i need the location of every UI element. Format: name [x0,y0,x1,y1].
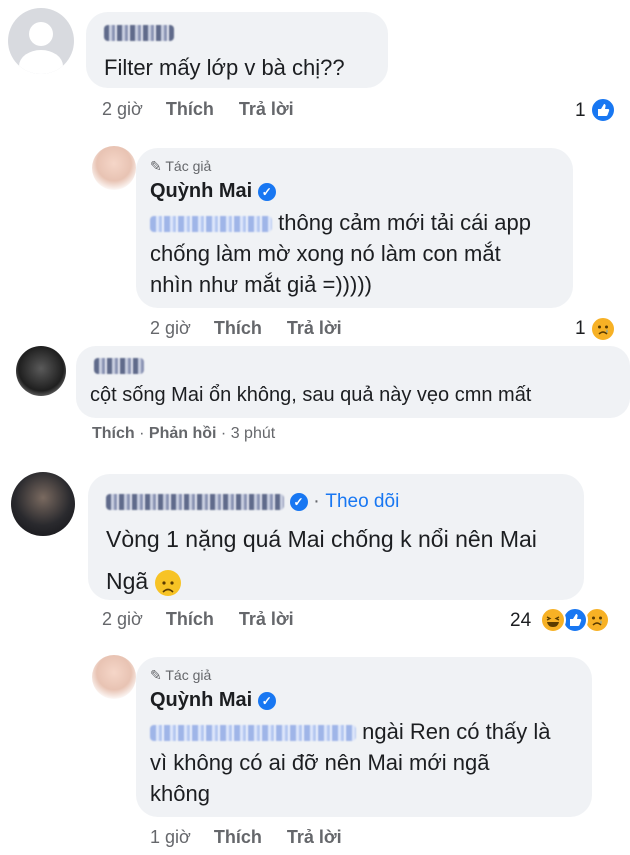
comment-time[interactable]: 2 giờ [102,99,143,119]
like-button[interactable]: Thích [214,318,262,338]
haha-reaction-icon[interactable] [540,607,566,633]
like-reaction-icon[interactable] [590,97,616,123]
commenter-name[interactable] [94,354,144,377]
sad-reaction-icon[interactable] [590,316,616,342]
frown-emoji-icon [154,569,181,596]
reply-button[interactable]: Trả lời [239,609,294,629]
commenter-name[interactable] [104,22,174,42]
comment-time[interactable]: 3 phút [231,425,275,442]
comment-text: Filter mấy lớp v bà chị?? [104,55,345,80]
reply-button[interactable]: Trả lời [287,827,342,847]
avatar[interactable] [11,472,75,536]
like-button[interactable]: Thích [214,827,262,847]
comment-text: cột sống Mai ổn không, sau quả này vẹo c… [90,384,532,406]
commenter-name[interactable]: Quỳnh Mai ✓ [150,180,276,203]
default-avatar-icon[interactable] [8,8,74,74]
avatar[interactable] [92,146,136,190]
reaction-count[interactable]: 1 [575,318,586,340]
comment-meta: 1 giờ Thích Trả lời [150,827,342,848]
avatar[interactable] [16,346,66,396]
commenter-name[interactable]: Quỳnh Mai ✓ [150,689,276,712]
comment-bubble: ✎ Tác giả Quỳnh Mai ✓ thông cảm mới tải … [136,148,573,308]
comment-meta: 2 giờ Thích Trả lời [102,609,294,630]
comment-meta: 2 giờ Thích Trả lời [150,318,342,339]
verified-icon: ✓ [289,492,308,511]
like-button[interactable]: Thích [166,609,214,629]
comment-bubble: Filter mấy lớp v bà chị?? [86,12,388,88]
comment-text: thông cảm mới tải cái app chống làm mờ x… [150,210,532,297]
comment-bubble: ✎ Tác giả Quỳnh Mai ✓ ngài Ren có thấy l… [136,657,592,817]
reaction-count[interactable]: 24 [510,610,531,632]
reply-button[interactable]: Phản hồi [149,425,217,442]
comment-bubble: ✓ · Theo dõi Vòng 1 nặng quá Mai chống k… [88,474,584,600]
pencil-icon: ✎ [150,158,162,174]
follow-button[interactable]: Theo dõi [325,491,399,512]
verified-icon: ✓ [257,691,276,710]
author-badge: ✎ Tác giả [150,667,212,683]
comment-bubble: cột sống Mai ổn không, sau quả này vẹo c… [76,346,630,418]
comment-text: Vòng 1 nặng quá Mai chống k nổi nên Mai … [106,526,537,596]
pencil-icon: ✎ [150,667,162,683]
comment-time[interactable]: 2 giờ [150,318,191,338]
comment-time[interactable]: 1 giờ [150,827,191,847]
reaction-count[interactable]: 1 [575,100,586,122]
comment-meta: Thích · Phản hồi · 3 phút [92,425,276,442]
reply-button[interactable]: Trả lời [239,99,294,119]
reply-button[interactable]: Trả lời [287,318,342,338]
mention-tag[interactable] [150,725,356,742]
commenter-name[interactable]: ✓ · Theo dõi [106,490,399,513]
mention-tag[interactable] [150,216,272,233]
like-button[interactable]: Thích [166,99,214,119]
comment-text: ngài Ren có thấy là vì không có ai đỡ nê… [150,719,551,806]
comment-time[interactable]: 2 giờ [102,609,143,629]
like-button[interactable]: Thích [92,425,135,442]
verified-icon: ✓ [257,182,276,201]
author-badge: ✎ Tác giả [150,158,212,174]
avatar[interactable] [92,655,136,699]
comment-meta: 2 giờ Thích Trả lời [102,99,294,120]
